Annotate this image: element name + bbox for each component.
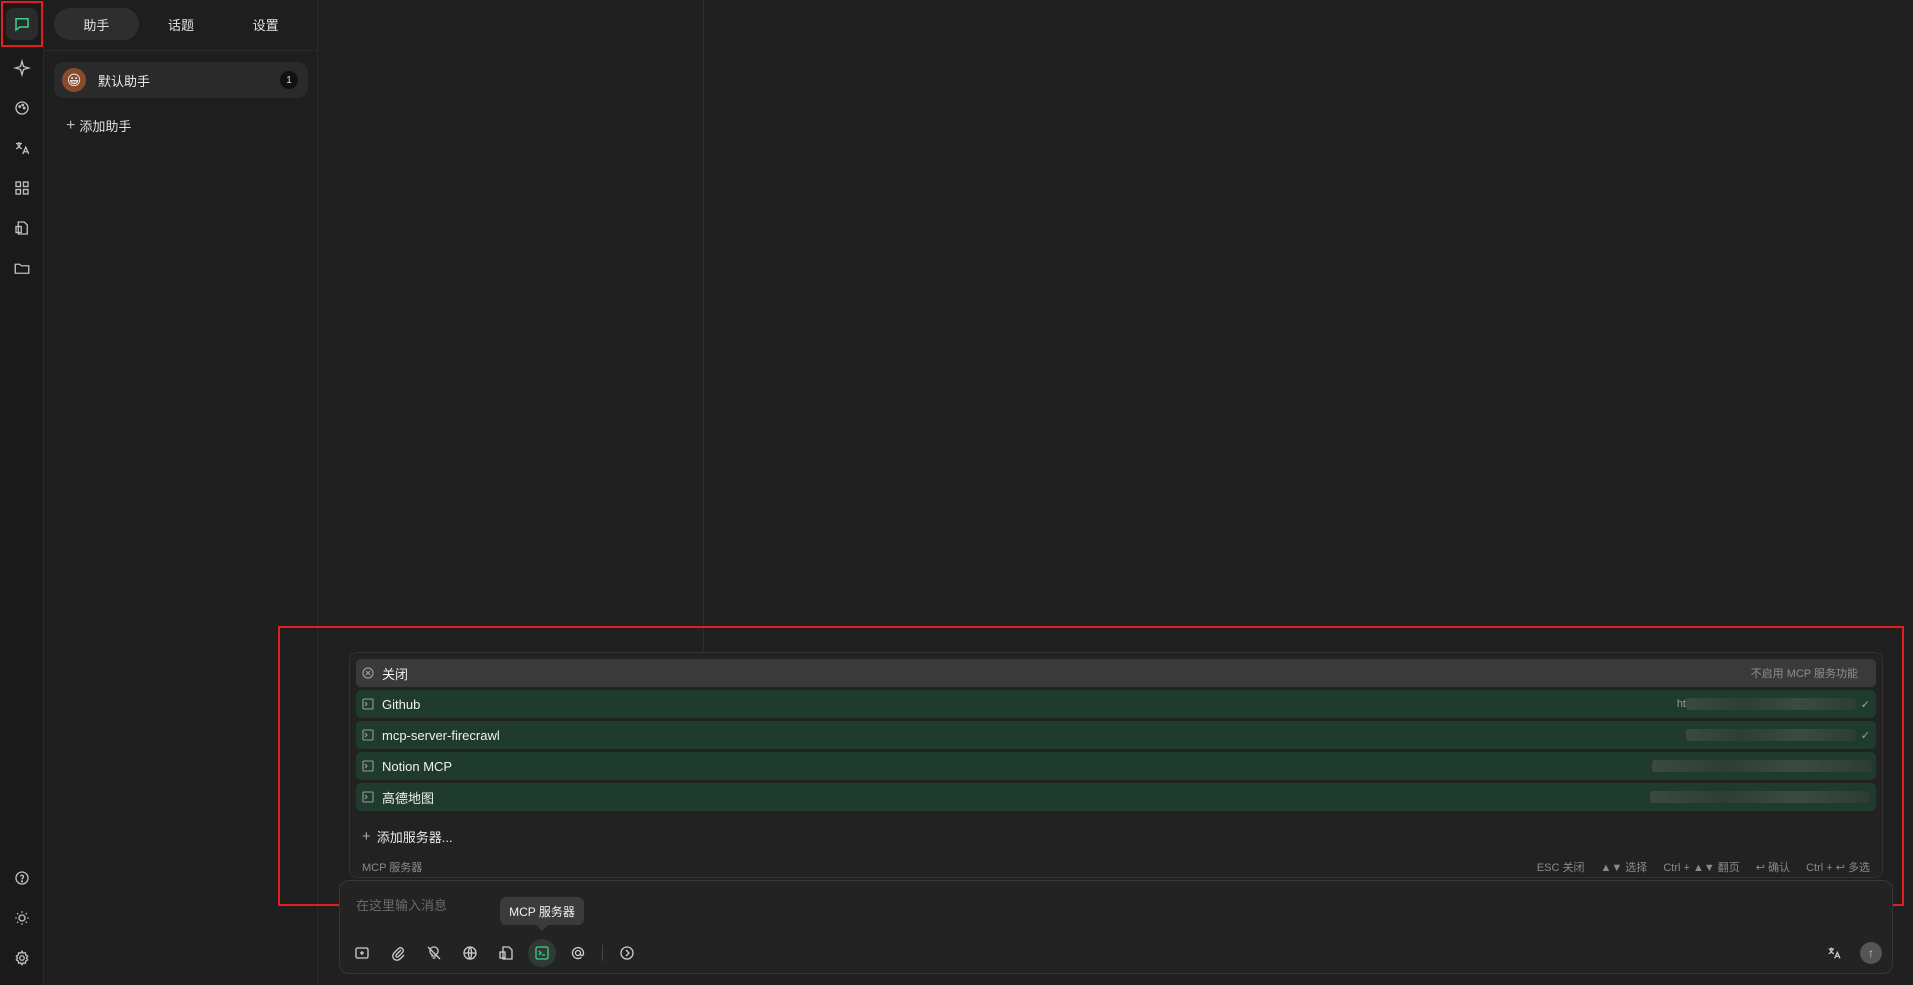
file-doc-icon[interactable] (6, 212, 38, 244)
panel-divider (44, 50, 318, 51)
tab-assistant[interactable]: 助手 (54, 8, 139, 40)
web-search-icon[interactable] (456, 939, 484, 967)
message-input-box[interactable]: 在这里输入消息 ↑ (339, 880, 1893, 974)
mcp-server-toggle-icon[interactable] (528, 939, 556, 967)
plus-icon: + (362, 828, 371, 845)
help-icon[interactable] (6, 862, 38, 894)
mention-at-icon[interactable] (564, 939, 592, 967)
mcp-server-popup: 关闭 不启用 MCP 服务功能 Github ht ✓ mcp-server-f… (349, 652, 1883, 878)
redacted-url (1652, 760, 1872, 772)
assistant-item-default[interactable]: 😀 默认助手 1 (54, 62, 308, 98)
redacted-url (1686, 698, 1856, 710)
palette-icon[interactable] (6, 92, 38, 124)
mcp-close-hint: 不启用 MCP 服务功能 (1750, 668, 1858, 680)
translate-icon[interactable] (6, 132, 38, 164)
settings-gear-icon[interactable] (6, 942, 38, 974)
tab-settings[interactable]: 设置 (223, 8, 308, 40)
expand-more-icon[interactable] (613, 939, 641, 967)
mcp-footer-title: MCP 服务器 (362, 862, 423, 874)
terminal-icon (362, 760, 374, 772)
mcp-footer: MCP 服务器 ESC 关闭 ▲▼ 选择 Ctrl + ▲▼ 翻页 ↩ 确认 C… (350, 853, 1882, 877)
add-server-label: 添加服务器... (376, 830, 453, 845)
terminal-icon (362, 791, 374, 803)
sparkle-icon[interactable] (6, 52, 38, 84)
assistant-avatar: 😀 (62, 68, 86, 92)
close-circle-icon (362, 667, 374, 679)
mcp-server-name: Notion MCP (382, 758, 453, 774)
mcp-close-option[interactable]: 关闭 不启用 MCP 服务功能 (356, 659, 1876, 687)
mcp-server-name: 高德地图 (382, 790, 435, 806)
mcp-tooltip: MCP 服务器 (500, 897, 584, 931)
plus-icon: + (66, 116, 76, 134)
tab-topics[interactable]: 话题 (139, 8, 224, 40)
input-right-tools: ↑ (1820, 939, 1882, 967)
toolbar-separator (602, 945, 603, 961)
translate-icon[interactable] (1820, 939, 1848, 967)
knowledge-base-icon[interactable] (492, 939, 520, 967)
new-topic-icon[interactable] (348, 939, 376, 967)
mcp-server-github[interactable]: Github ht ✓ (356, 690, 1876, 718)
terminal-icon (362, 698, 374, 710)
redacted-url (1686, 729, 1856, 741)
arrow-up-icon: ↑ (1868, 946, 1874, 960)
terminal-icon (362, 729, 374, 741)
mcp-close-label: 关闭 (382, 666, 409, 682)
hint-multiselect: Ctrl + ↩ 多选 (1806, 862, 1870, 874)
app-window: 助手 话题 设置 😀 默认助手 1 + 添加助手 关闭 不启用 MCP 服务功能 (0, 0, 1913, 985)
hint-confirm: ↩ 确认 (1755, 862, 1791, 874)
mcp-server-name: Github (382, 696, 421, 712)
add-assistant-button[interactable]: + 添加助手 (66, 116, 131, 135)
hint-esc: ESC 关闭 (1536, 862, 1585, 874)
folder-icon[interactable] (6, 252, 38, 284)
hint-page: Ctrl + ▲▼ 翻页 (1663, 862, 1740, 874)
mcp-server-amap[interactable]: 高德地图 (356, 783, 1876, 811)
panel-tabs: 助手 话题 设置 (54, 8, 308, 40)
check-icon: ✓ (1860, 729, 1870, 742)
check-icon: ✓ (1860, 698, 1870, 711)
apps-grid-icon[interactable] (6, 172, 38, 204)
thinking-off-icon[interactable] (420, 939, 448, 967)
add-server-button[interactable]: + 添加服务器... (362, 827, 453, 846)
theme-sun-icon[interactable] (6, 902, 38, 934)
message-input[interactable]: 在这里输入消息 (356, 895, 447, 914)
assistant-name: 默认助手 (98, 73, 151, 89)
mcp-server-url: ht (1676, 698, 1686, 710)
hint-select: ▲▼ 选择 (1600, 862, 1648, 874)
assistant-panel: 助手 话题 设置 😀 默认助手 1 + 添加助手 (44, 0, 318, 985)
mcp-server-notion[interactable]: Notion MCP (356, 752, 1876, 780)
icon-rail (0, 0, 44, 985)
chat-icon[interactable] (6, 8, 38, 40)
add-assistant-label: 添加助手 (79, 119, 132, 134)
attachment-icon[interactable] (384, 939, 412, 967)
send-button[interactable]: ↑ (1860, 942, 1882, 964)
redacted-url (1650, 791, 1870, 803)
mcp-server-firecrawl[interactable]: mcp-server-firecrawl ✓ (356, 721, 1876, 749)
input-toolbar (348, 939, 649, 967)
mcp-server-name: mcp-server-firecrawl (382, 727, 500, 743)
topic-count-badge: 1 (280, 71, 298, 89)
keyboard-hints: ESC 关闭 ▲▼ 选择 Ctrl + ▲▼ 翻页 ↩ 确认 Ctrl + ↩ … (1537, 859, 1870, 875)
